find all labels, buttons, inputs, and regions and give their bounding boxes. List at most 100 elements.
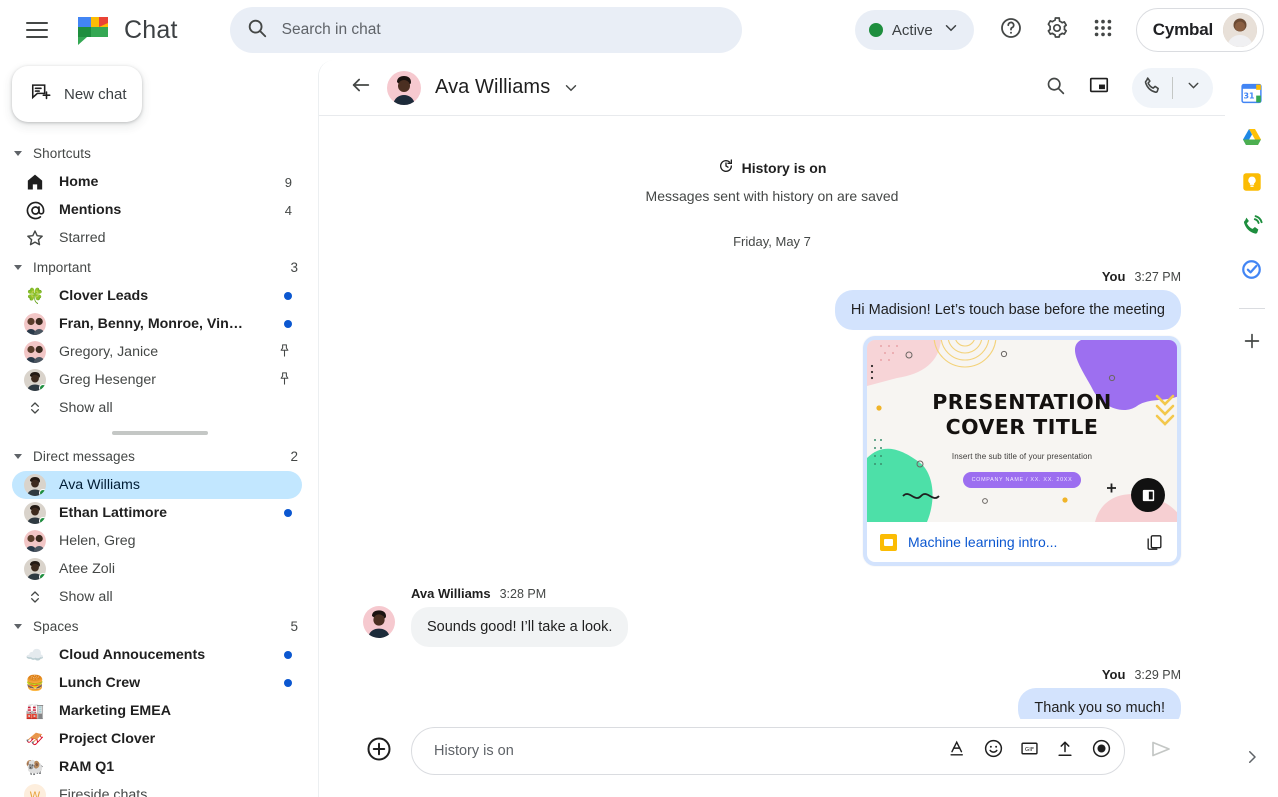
call-options-button[interactable]	[1173, 68, 1213, 108]
presence-dot	[39, 517, 46, 524]
rail-item-voice[interactable]	[1232, 208, 1272, 248]
settings-button[interactable]	[1036, 9, 1078, 51]
message-bubble[interactable]: Hi Madision! Let’s touch base before the…	[835, 290, 1181, 330]
rail-item-calendar[interactable]: 31	[1232, 76, 1272, 116]
sidebar-section-header-shortcuts[interactable]: Shortcuts	[0, 138, 318, 168]
rail-item-drive[interactable]	[1232, 120, 1272, 160]
send-button[interactable]	[1141, 731, 1181, 771]
sidebar-item-ram-q1[interactable]: 🐏 RAM Q1	[12, 753, 302, 781]
picture-in-picture-button[interactable]	[1078, 67, 1120, 109]
sidebar-item-project-clover[interactable]: 🛷 Project Clover	[12, 725, 302, 753]
new-chat-label: New chat	[64, 86, 127, 103]
section-title: Shortcuts	[33, 146, 91, 161]
sidebar-item-label: Fireside chats	[59, 787, 147, 797]
chevron-right-icon	[1243, 748, 1261, 771]
composer-tools: GIF	[940, 734, 1118, 768]
search-input[interactable]	[282, 21, 726, 39]
date-separator: Friday, May 7	[363, 234, 1181, 249]
slides-attachment-card[interactable]: PRESENTATION COVER TITLE Insert the sub …	[863, 336, 1181, 566]
sidebar-item-fireside-chats[interactable]: W Fireside chats	[12, 781, 302, 797]
sidebar-item-lunch-crew[interactable]: 🍔 Lunch Crew	[12, 669, 302, 697]
gif-button[interactable]: GIF	[1012, 734, 1046, 768]
message-bubble[interactable]: Sounds good! I’ll take a look.	[411, 607, 628, 647]
play-badge-icon[interactable]	[1131, 478, 1165, 512]
message-time: 3:29 PM	[1134, 668, 1181, 682]
sidebar-item-atee-zoli[interactable]: Atee Zoli	[12, 555, 302, 583]
sidebar-section-header-direct-messages[interactable]: Direct messages 2	[0, 441, 318, 471]
call-button[interactable]	[1132, 68, 1172, 108]
sidebar-item-clover-leads[interactable]: 🍀 Clover Leads	[12, 282, 302, 310]
copy-icon[interactable]	[1145, 533, 1164, 552]
message-sender: You	[1102, 667, 1126, 682]
account-chip[interactable]: Cymbal	[1136, 8, 1264, 52]
compose-box[interactable]: GIF	[411, 727, 1125, 775]
sidebar-item-starred[interactable]: Starred	[12, 224, 302, 252]
sidebar-item-status: 9	[285, 175, 292, 190]
section-title: Spaces	[33, 619, 79, 634]
add-circle-icon	[365, 735, 393, 768]
apps-button[interactable]	[1082, 9, 1124, 51]
arrow-left-icon	[350, 74, 372, 101]
help-button[interactable]	[990, 9, 1032, 51]
sidebar-item-ava-williams[interactable]: Ava Williams	[12, 471, 302, 499]
sidebar-item-gregory-janice[interactable]: Gregory, Janice	[12, 338, 302, 366]
sidebar: New chat Shortcuts Home 9 Mentions 4 Sta…	[0, 60, 318, 797]
sidebar-item-cloud-annoucements[interactable]: ☁️ Cloud Annoucements	[12, 641, 302, 669]
side-app-rail: 31	[1225, 60, 1278, 797]
conversation-search-button[interactable]	[1034, 67, 1076, 109]
unread-dot	[284, 320, 292, 328]
conversation-header: Ava Williams	[319, 60, 1225, 116]
add-attachment-button[interactable]	[363, 735, 395, 767]
sidebar-item-label: Lunch Crew	[59, 675, 140, 691]
attachment-file-name[interactable]: Machine learning intro...	[908, 534, 1057, 550]
search-box[interactable]	[230, 7, 742, 53]
conversation-title: Ava Williams	[435, 76, 550, 99]
message-meta: You 3:29 PM	[1102, 667, 1181, 682]
group-avatar	[24, 530, 46, 552]
record-video-button[interactable]	[1084, 734, 1118, 768]
format-text-button[interactable]	[940, 734, 974, 768]
sidebar-scroll-indicator[interactable]	[112, 431, 208, 435]
sidebar-section-header-spaces[interactable]: Spaces 5	[0, 611, 318, 641]
message-bubble[interactable]: Thank you so much!	[1018, 688, 1181, 719]
sidebar-section-header-important[interactable]: Important 3	[0, 252, 318, 282]
message-input[interactable]	[434, 743, 940, 759]
user-avatar	[24, 502, 46, 524]
group-avatar	[24, 341, 46, 363]
sidebar-item-marketing-emea[interactable]: 🏭 Marketing EMEA	[12, 697, 302, 725]
sidebar-item-ethan-lattimore[interactable]: Ethan Lattimore	[12, 499, 302, 527]
sidebar-item-mentions[interactable]: Mentions 4	[12, 196, 302, 224]
google-slides-icon	[880, 534, 897, 551]
sidebar-item-show-all[interactable]: Show all	[12, 394, 302, 422]
section-title: Direct messages	[33, 449, 135, 464]
conversation-title-caret-icon[interactable]	[562, 79, 580, 97]
sidebar-item-status: 4	[285, 203, 292, 218]
rail-expand-button[interactable]	[1236, 743, 1268, 775]
attachment-footer: Machine learning intro...	[867, 522, 1177, 562]
sidebar-item-label: Ava Williams	[59, 477, 140, 493]
sidebar-item-label: Project Clover	[59, 731, 155, 747]
emoji-button[interactable]	[976, 734, 1010, 768]
star-icon	[24, 227, 46, 249]
status-pill[interactable]: Active	[855, 10, 974, 50]
sidebar-item-label: Starred	[59, 230, 106, 246]
upload-button[interactable]	[1048, 734, 1082, 768]
rail-item-tasks[interactable]	[1232, 252, 1272, 292]
sidebar-item-fran-benny-monroe-vin[interactable]: Fran, Benny, Monroe, Vin…	[12, 310, 302, 338]
history-clock-icon	[718, 158, 734, 177]
sidebar-item-helen-greg[interactable]: Helen, Greg	[12, 527, 302, 555]
cloud-emoji: ☁️	[24, 644, 46, 666]
app-body: New chat Shortcuts Home 9 Mentions 4 Sta…	[0, 60, 1278, 797]
rail-item-keep[interactable]	[1232, 164, 1272, 204]
rail-add-button[interactable]	[1232, 323, 1272, 363]
back-button[interactable]	[343, 70, 379, 106]
unread-dot	[284, 292, 292, 300]
sidebar-item-show-all[interactable]: Show all	[12, 583, 302, 611]
help-circle-icon	[999, 16, 1023, 45]
new-chat-button[interactable]: New chat	[12, 66, 142, 122]
sidebar-item-home[interactable]: Home 9	[12, 168, 302, 196]
sidebar-item-greg-hesenger[interactable]: Greg Hesenger	[12, 366, 302, 394]
sidebar-item-label: Marketing EMEA	[59, 703, 171, 719]
burger-emoji: 🍔	[24, 672, 46, 694]
hamburger-menu-icon[interactable]	[26, 18, 50, 42]
